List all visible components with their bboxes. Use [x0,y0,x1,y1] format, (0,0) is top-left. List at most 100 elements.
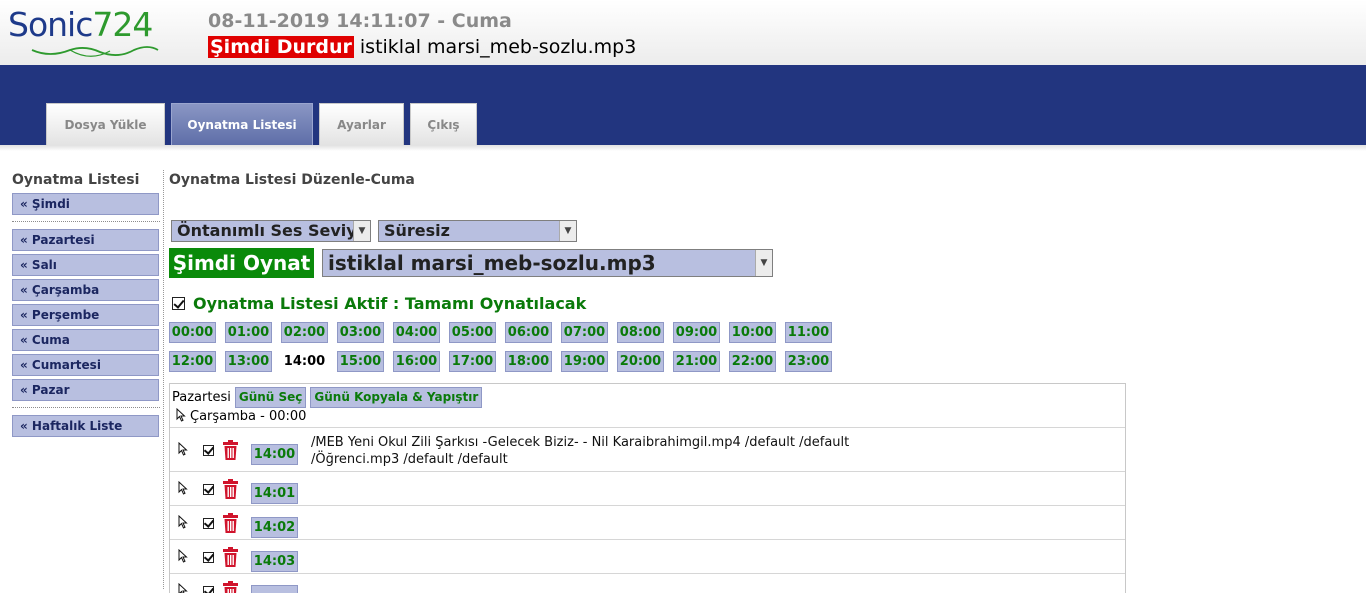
row-time-button[interactable] [251,585,298,593]
select-day-button[interactable]: Günü Seç [235,387,307,408]
hour-button[interactable]: 09:00 [673,322,720,343]
sidebar-item-wednesday[interactable]: « Çarşamba [12,279,159,301]
hour-button[interactable]: 01:00 [225,322,272,343]
row-time-button[interactable]: 14:03 [251,551,298,572]
now-playing-bar: Şimdi Durdur istiklal marsi_meb-sozlu.mp3 [208,35,636,59]
copy-target-label: Çarşamba - 00:00 [190,409,306,424]
hour-button[interactable]: 15:00 [337,351,384,372]
hour-button[interactable]: 00:00 [169,322,216,343]
sidebar-item-weekly-list[interactable]: « Haftalık Liste [12,415,159,437]
hour-button[interactable]: 10:00 [729,322,776,343]
volume-select[interactable]: Öntanımlı Ses Seviyes ▼ [171,220,371,242]
row-time-button[interactable]: 14:02 [251,517,298,538]
sidebar-separator [163,170,164,589]
hour-button[interactable]: 07:00 [561,322,608,343]
row-time-button[interactable]: 14:01 [251,483,298,504]
trash-icon[interactable] [222,513,239,533]
move-icon[interactable] [176,583,192,593]
copy-paste-day-button[interactable]: Günü Kopyala & Yapıştır [310,387,482,408]
trash-icon[interactable] [222,479,239,499]
move-icon[interactable] [176,549,192,565]
sidebar-item-friday[interactable]: « Cuma [12,329,159,351]
row-actions [176,581,239,593]
hour-button[interactable]: 05:00 [449,322,496,343]
sidebar-title: Oynatma Listesi [12,170,160,190]
page-title: Oynatma Listesi Düzenle-Cuma [169,172,415,188]
now-playing-file: istiklal marsi_meb-sozlu.mp3 [360,36,636,58]
copy-target-row: Çarşamba - 00:00 [174,408,306,424]
row-checkbox[interactable] [203,552,214,563]
schedule-row [170,573,1126,593]
tab-settings[interactable]: Ayarlar [319,103,404,145]
sidebar-item-monday[interactable]: « Pazartesi [12,229,159,251]
hour-button[interactable]: 13:00 [225,351,272,372]
hour-button[interactable]: 08:00 [617,322,664,343]
hour-button[interactable]: 02:00 [281,322,328,343]
row-file-item[interactable]: /MEB Yeni Okul Zili Şarkısı -Gelecek Biz… [311,434,849,451]
row-file-item[interactable]: /Öğrenci.mp3 /default /default [311,451,849,468]
row-checkbox[interactable] [203,484,214,495]
hour-button[interactable]: 17:00 [449,351,496,372]
schedule-row: 14:00 /MEB Yeni Okul Zili Şarkısı -Gelec… [170,427,1126,471]
hour-button[interactable]: 20:00 [617,351,664,372]
row-time-button[interactable]: 14:00 [251,444,298,465]
schedule-row: 14:03 [170,539,1126,573]
sidebar-item-saturday[interactable]: « Cumartesi [12,354,159,376]
trash-icon[interactable] [222,581,239,593]
sidebar-item-now[interactable]: « Şimdi [12,193,159,215]
logo-swoosh-icon [30,44,160,60]
hour-button[interactable]: 03:00 [337,322,384,343]
trash-icon[interactable] [222,547,239,567]
logo-text-724: 724 [92,5,152,44]
row-checkbox[interactable] [203,586,214,593]
row-checkbox[interactable] [203,445,214,456]
move-icon[interactable] [174,408,190,424]
tab-logout[interactable]: Çıkış [410,103,477,145]
hour-button[interactable]: 18:00 [505,351,552,372]
stop-now-button[interactable]: Şimdi Durdur [208,36,354,58]
nav-bar: Dosya Yükle Oynatma Listesi Ayarlar Çıkı… [0,65,1366,145]
chevron-down-icon: ▼ [559,221,576,241]
row-checkbox[interactable] [203,518,214,529]
hour-button[interactable]: 16:00 [393,351,440,372]
file-select-value: istiklal marsi_meb-sozlu.mp3 [328,251,656,275]
hour-button[interactable]: 23:00 [785,351,832,372]
hour-button[interactable]: 11:00 [785,322,832,343]
hour-button[interactable]: 21:00 [673,351,720,372]
chevron-down-icon: ▼ [755,250,772,276]
row-actions [176,440,239,460]
file-select[interactable]: istiklal marsi_meb-sozlu.mp3 ▼ [322,249,773,277]
logo-text-sonic: Sonic [8,5,92,44]
hour-button[interactable]: 14:00 [281,351,328,372]
move-icon[interactable] [176,442,192,458]
sidebar-divider [12,221,160,222]
duration-select[interactable]: Süresiz ▼ [378,220,577,242]
hour-button[interactable]: 12:00 [169,351,216,372]
tab-playlist[interactable]: Oynatma Listesi [171,103,313,145]
sidebar-divider [12,407,160,408]
hour-button[interactable]: 19:00 [561,351,608,372]
trash-icon[interactable] [222,440,239,460]
sidebar-item-tuesday[interactable]: « Salı [12,254,159,276]
move-icon[interactable] [176,481,192,497]
hour-button[interactable]: 22:00 [729,351,776,372]
duration-select-value: Süresiz [384,221,450,240]
row-file-list: /MEB Yeni Okul Zili Şarkısı -Gelecek Biz… [311,434,849,468]
logo: Sonic724 [8,6,152,44]
schedule-row: 14:02 [170,505,1126,539]
volume-select-value: Öntanımlı Ses Seviyes [177,221,371,240]
tab-upload-file[interactable]: Dosya Yükle [46,103,165,145]
hour-button[interactable]: 04:00 [393,322,440,343]
hour-button[interactable]: 06:00 [505,322,552,343]
schedule-row: 14:01 [170,471,1126,505]
play-now-button[interactable]: Şimdi Oynat [169,248,314,278]
playlist-active-toggle[interactable]: Oynatma Listesi Aktif : Tamamı Oynatılac… [172,294,586,313]
sidebar-item-thursday[interactable]: « Perşembe [12,304,159,326]
move-icon[interactable] [176,515,192,531]
schedule-panel: Pazartesi Günü Seç Günü Kopyala & Yapışt… [169,383,1126,593]
current-datetime: 08-11-2019 14:11:07 - Cuma [208,10,512,32]
row-actions [176,513,239,533]
sidebar-item-sunday[interactable]: « Pazar [12,379,159,401]
playlist-active-checkbox[interactable] [172,297,185,310]
schedule-header: Pazartesi Günü Seç Günü Kopyala & Yapışt… [172,386,482,408]
